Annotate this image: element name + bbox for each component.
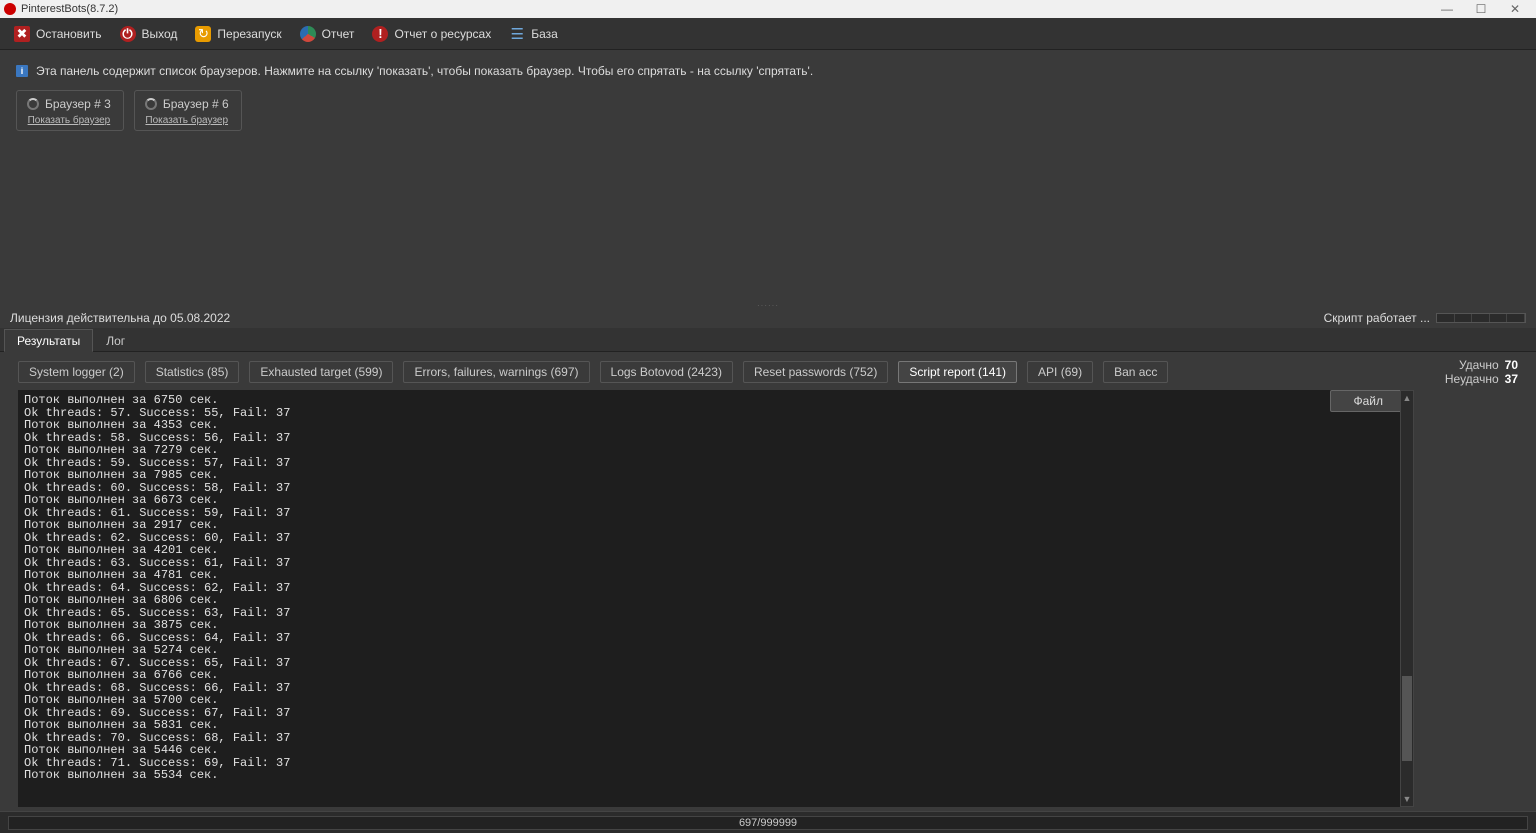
- show-browser-link[interactable]: Показать браузер: [145, 115, 228, 126]
- exit-button[interactable]: ⏻ Выход: [112, 23, 186, 45]
- piechart-icon: [300, 26, 316, 42]
- browser-title: Браузер # 3: [45, 97, 111, 111]
- sub-tab[interactable]: Ban acc: [1103, 361, 1168, 383]
- global-progress-text: 697/999999: [739, 817, 797, 829]
- exit-label: Выход: [142, 27, 178, 41]
- info-icon: i: [16, 65, 28, 77]
- run-stats: Удачно 70 Неудачно 37: [1436, 358, 1526, 386]
- sub-tab[interactable]: Exhausted target (599): [249, 361, 393, 383]
- stop-icon: ✖: [14, 26, 30, 42]
- window-minimize-button[interactable]: —: [1430, 2, 1464, 16]
- script-status: Скрипт работает ...: [1324, 311, 1430, 325]
- resource-report-button[interactable]: ! Отчет о ресурсах: [364, 23, 499, 45]
- report-button[interactable]: Отчет: [292, 23, 363, 45]
- success-value: 70: [1505, 358, 1518, 372]
- sub-tab[interactable]: Reset passwords (752): [743, 361, 888, 383]
- stop-label: Остановить: [36, 27, 102, 41]
- file-button[interactable]: Файл: [1330, 390, 1406, 412]
- window-titlebar: PinterestBots(8.7.2) — ☐ ✕: [0, 0, 1536, 18]
- log-scrollbar[interactable]: ▲ ▼: [1400, 390, 1414, 807]
- status-row: Лицензия действительна до 05.08.2022 Скр…: [0, 308, 1536, 328]
- sub-tab[interactable]: Logs Botovod (2423): [600, 361, 733, 383]
- tab-log[interactable]: Лог: [93, 329, 138, 352]
- info-row: i Эта панель содержит список браузеров. …: [16, 60, 1520, 90]
- scroll-down-icon[interactable]: ▼: [1401, 792, 1413, 806]
- app-icon: [4, 3, 16, 15]
- browser-title: Браузер # 6: [163, 97, 229, 111]
- results-area: System logger (2) Statistics (85) Exhauste…: [0, 352, 1536, 811]
- scroll-up-icon[interactable]: ▲: [1401, 391, 1413, 405]
- main-tab-bar: Результаты Лог: [0, 328, 1536, 352]
- database-label: База: [531, 27, 558, 41]
- sub-tab[interactable]: API (69): [1027, 361, 1093, 383]
- window-close-button[interactable]: ✕: [1498, 2, 1532, 16]
- resource-icon: !: [372, 26, 388, 42]
- browser-card: Браузер # 3 Показать браузер: [16, 90, 124, 131]
- loading-spinner-icon: [145, 98, 157, 110]
- global-progress-bar: 697/999999: [8, 816, 1528, 830]
- restart-icon: ↻: [195, 26, 211, 42]
- browser-panel: i Эта панель содержит список браузеров. …: [0, 50, 1536, 302]
- restart-button[interactable]: ↻ Перезапуск: [187, 23, 289, 45]
- sub-tab[interactable]: Statistics (85): [145, 361, 240, 383]
- show-browser-link[interactable]: Показать браузер: [28, 115, 111, 126]
- sub-tab-bar: System logger (2) Statistics (85) Exhauste…: [0, 352, 1536, 390]
- main-toolbar: ✖ Остановить ⏻ Выход ↻ Перезапуск Отчет …: [0, 18, 1536, 50]
- database-icon: ☰: [509, 26, 525, 42]
- info-text: Эта панель содержит список браузеров. На…: [36, 64, 813, 78]
- sub-tab[interactable]: System logger (2): [18, 361, 135, 383]
- footer: 697/999999: [0, 811, 1536, 833]
- log-output[interactable]: Поток выполнен за 6750 сек. Ok threads: …: [18, 390, 1406, 807]
- database-button[interactable]: ☰ База: [501, 23, 566, 45]
- loading-spinner-icon: [27, 98, 39, 110]
- window-maximize-button[interactable]: ☐: [1464, 2, 1498, 16]
- script-progress-indicator: [1436, 313, 1526, 323]
- sub-tab[interactable]: Script report (141): [898, 361, 1017, 383]
- stop-button[interactable]: ✖ Остановить: [6, 23, 110, 45]
- restart-label: Перезапуск: [217, 27, 281, 41]
- fail-value: 37: [1505, 372, 1518, 386]
- resource-report-label: Отчет о ресурсах: [394, 27, 491, 41]
- scroll-thumb[interactable]: [1402, 676, 1412, 761]
- report-label: Отчет: [322, 27, 355, 41]
- power-icon: ⏻: [120, 26, 136, 42]
- fail-label: Неудачно: [1445, 372, 1499, 386]
- browser-card: Браузер # 6 Показать браузер: [134, 90, 242, 131]
- tab-results[interactable]: Результаты: [4, 329, 93, 352]
- tab-log-label: Лог: [106, 334, 125, 348]
- license-status: Лицензия действительна до 05.08.2022: [10, 311, 230, 325]
- sub-tab[interactable]: Errors, failures, warnings (697): [403, 361, 589, 383]
- tab-results-label: Результаты: [17, 334, 80, 348]
- window-title: PinterestBots(8.7.2): [21, 3, 118, 15]
- success-label: Удачно: [1459, 358, 1499, 372]
